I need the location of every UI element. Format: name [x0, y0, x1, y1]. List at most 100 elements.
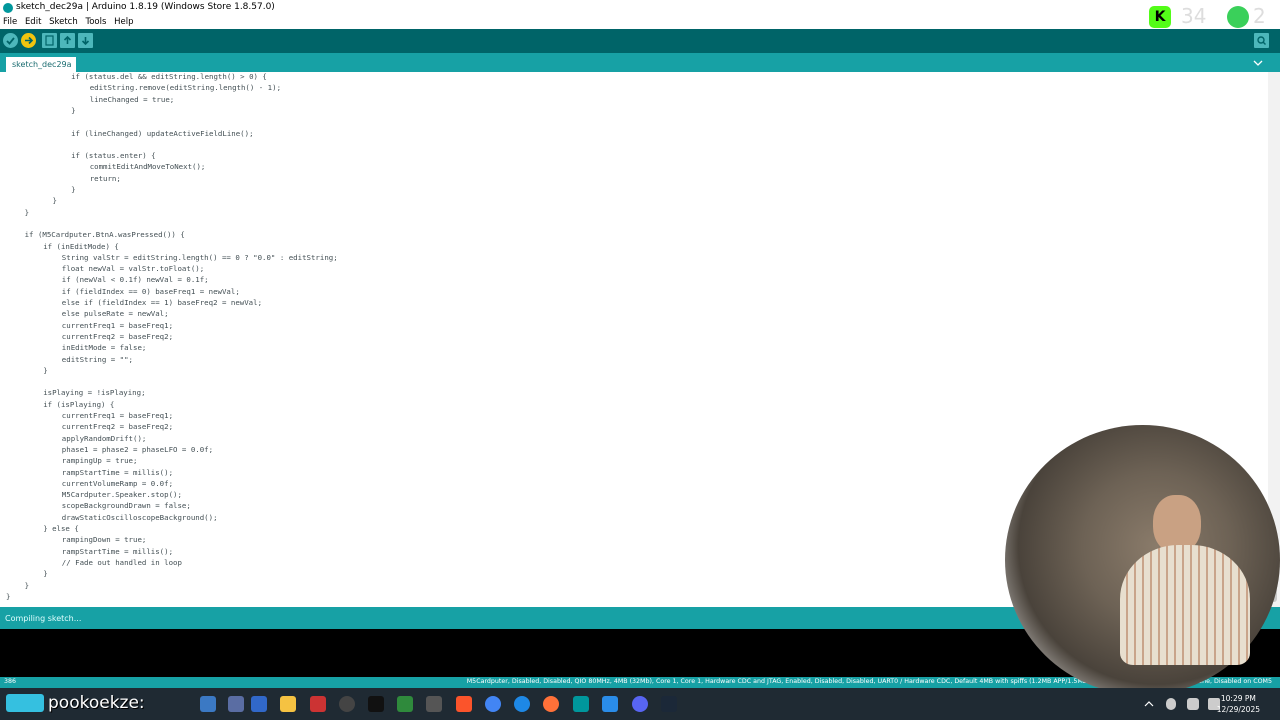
chevron-up-icon[interactable] — [1144, 700, 1154, 708]
streamer-tag: pookoekze: — [0, 690, 190, 716]
menu-bar: File Edit Sketch Tools Help — [0, 16, 1280, 28]
upload-button[interactable] — [21, 33, 36, 48]
menu-help[interactable]: Help — [114, 16, 133, 28]
code-line[interactable]: editString.remove(editString.length() - … — [90, 82, 281, 93]
code-line[interactable]: } — [71, 184, 75, 195]
app-icon[interactable] — [228, 696, 244, 712]
microphone-icon[interactable] — [1166, 698, 1176, 710]
winrar-icon[interactable] — [310, 696, 326, 712]
arrow-up-icon — [63, 35, 72, 44]
code-line[interactable]: phase1 = phase2 = phaseLFO = 0.0f; — [62, 444, 213, 455]
kick-logo-icon: K — [1149, 6, 1171, 28]
code-line[interactable]: rampStartTime = millis(); — [62, 467, 173, 478]
code-line[interactable]: if (fieldIndex == 0) baseFreq1 = newVal; — [62, 286, 240, 297]
taskbar: 10:29 PM 12/29/2025 — [0, 688, 1280, 720]
settings-gear-icon[interactable] — [426, 696, 442, 712]
code-line[interactable]: currentFreq2 = baseFreq2; — [62, 421, 173, 432]
serial-monitor-button[interactable] — [1254, 33, 1269, 48]
steam-icon[interactable] — [661, 696, 677, 712]
webcam-overlay — [1005, 425, 1280, 695]
code-line[interactable]: } — [43, 568, 47, 579]
code-line[interactable]: isPlaying = !isPlaying; — [43, 387, 145, 398]
code-line[interactable]: currentVolumeRamp = 0.0f; — [62, 478, 173, 489]
code-line[interactable]: editString = ""; — [62, 354, 133, 365]
code-line[interactable]: applyRandomDrift(); — [62, 433, 147, 444]
code-line[interactable]: drawStaticOscilloscopeBackground(); — [62, 512, 218, 523]
code-line[interactable]: lineChanged = true; — [90, 94, 175, 105]
streamer-shirt — [1120, 545, 1250, 665]
code-line[interactable]: rampStartTime = millis(); — [62, 546, 173, 557]
tab-menu-chevron-down-icon[interactable] — [1252, 58, 1264, 68]
code-line[interactable]: if (newVal < 0.1f) newVal = 0.1f; — [62, 274, 209, 285]
media-icon[interactable] — [368, 696, 384, 712]
clock-date: 12/29/2025 — [1216, 705, 1260, 714]
discord-icon[interactable] — [632, 696, 648, 712]
code-line[interactable]: else pulseRate = newVal; — [62, 308, 169, 319]
code-line[interactable]: currentFreq1 = baseFreq1; — [62, 320, 173, 331]
viewer-count: 34 — [1181, 4, 1207, 28]
arduino-icon[interactable] — [573, 696, 589, 712]
edge-icon[interactable] — [514, 696, 530, 712]
taskview-icon[interactable] — [200, 696, 216, 712]
save-button[interactable] — [78, 33, 93, 48]
code-line[interactable]: if (status.del && editString.length() > … — [71, 72, 267, 82]
vscode-icon[interactable] — [602, 696, 618, 712]
code-line[interactable]: } — [71, 105, 75, 116]
menu-sketch[interactable]: Sketch — [49, 16, 78, 28]
code-line[interactable]: currentFreq1 = baseFreq1; — [62, 410, 173, 421]
window-title: sketch_dec29a | Arduino 1.8.19 (Windows … — [16, 2, 275, 12]
network-icon[interactable] — [1187, 698, 1199, 710]
menu-file[interactable]: File — [3, 16, 17, 28]
clock-time: 10:29 PM — [1220, 694, 1256, 703]
code-line[interactable]: } — [25, 207, 29, 218]
shield-icon[interactable] — [397, 696, 413, 712]
code-line[interactable]: if (lineChanged) updateActiveFieldLine()… — [71, 128, 253, 139]
brave-icon[interactable] — [456, 696, 472, 712]
code-line[interactable]: else if (fieldIndex == 1) baseFreq2 = ne… — [62, 297, 262, 308]
new-file-icon — [45, 35, 54, 46]
tabs-bar: sketch_dec29a § — [0, 53, 1280, 84]
code-line[interactable]: } — [6, 591, 10, 602]
streamer-name: pookoekze: — [48, 693, 145, 713]
menu-edit[interactable]: Edit — [25, 16, 41, 28]
stream-overlay: K 34 2 — [1145, 4, 1275, 30]
streamer-badge-icon — [6, 694, 44, 712]
magnifier-icon — [1257, 36, 1266, 45]
toolbar — [0, 29, 1280, 53]
verify-button[interactable] — [3, 33, 18, 48]
code-line[interactable]: } — [43, 365, 47, 376]
chrome-icon[interactable] — [485, 696, 501, 712]
code-line[interactable]: commitEditAndMoveToNext(); — [90, 161, 206, 172]
code-line[interactable]: // Fade out handled in loop — [62, 557, 182, 568]
check-icon — [6, 37, 15, 45]
code-line[interactable]: return; — [90, 173, 121, 184]
tab-sketch[interactable]: sketch_dec29a § — [6, 57, 76, 84]
code-line[interactable]: if (status.enter) { — [71, 150, 156, 161]
code-line[interactable]: float newVal = valStr.toFloat(); — [62, 263, 204, 274]
code-line[interactable]: currentFreq2 = baseFreq2; — [62, 331, 173, 342]
code-line[interactable]: scopeBackgroundDrawn = false; — [62, 500, 191, 511]
code-line[interactable]: } else { — [43, 523, 79, 534]
code-line[interactable]: if (M5Cardputer.BtnA.wasPressed()) { — [25, 229, 185, 240]
arrow-right-icon — [25, 36, 34, 45]
code-line[interactable]: inEditMode = false; — [62, 342, 147, 353]
menu-tools[interactable]: Tools — [85, 16, 106, 28]
new-button[interactable] — [42, 33, 57, 48]
clock[interactable]: 10:29 PM 12/29/2025 — [1217, 693, 1260, 715]
code-line[interactable]: rampingDown = true; — [62, 534, 147, 545]
status-message: Compiling sketch... — [5, 614, 82, 623]
code-line[interactable]: if (inEditMode) { — [43, 241, 119, 252]
code-line[interactable]: String valStr = editString.length() == 0… — [62, 252, 338, 263]
obs-icon[interactable] — [339, 696, 355, 712]
code-line[interactable]: } — [25, 580, 29, 591]
arduino-logo-icon — [3, 3, 13, 13]
code-line[interactable]: } — [53, 195, 57, 206]
open-button[interactable] — [60, 33, 75, 48]
code-line[interactable]: M5Cardputer.Speaker.stop(); — [62, 489, 182, 500]
file-explorer-icon[interactable] — [280, 696, 296, 712]
firefox-icon[interactable] — [543, 696, 559, 712]
code-line[interactable]: rampingUp = true; — [62, 455, 138, 466]
remote-icon[interactable] — [251, 696, 267, 712]
code-line[interactable]: if (isPlaying) { — [43, 399, 114, 410]
title-bar: sketch_dec29a | Arduino 1.8.19 (Windows … — [0, 0, 1280, 16]
